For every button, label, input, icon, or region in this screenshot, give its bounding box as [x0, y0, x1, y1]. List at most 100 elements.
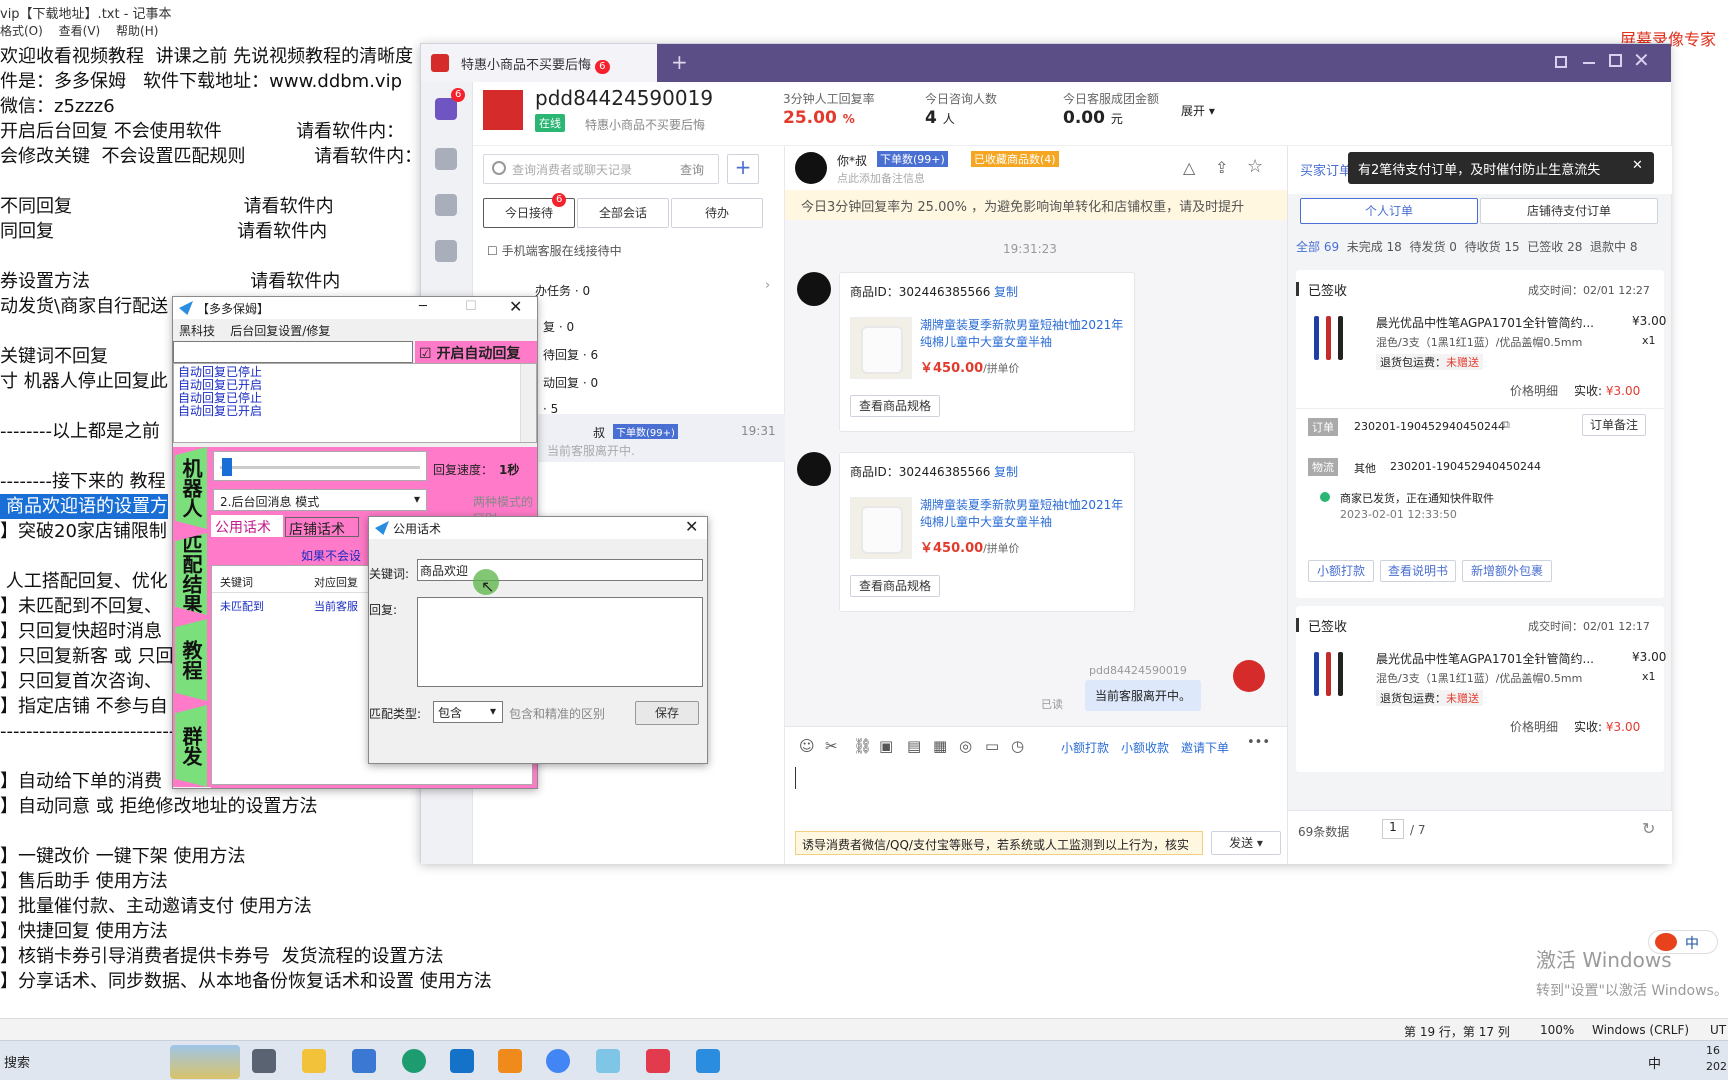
- extra-package-button[interactable]: 新增额外包裹: [1462, 560, 1552, 582]
- online-status[interactable]: 在线: [535, 114, 565, 132]
- copy-icon[interactable]: ⧉: [1502, 418, 1510, 432]
- reply-textarea[interactable]: [417, 597, 703, 687]
- tab-shop-script[interactable]: 店铺话术: [285, 517, 359, 538]
- more-icon[interactable]: •••: [1247, 735, 1270, 750]
- tab-robot[interactable]: 机器人: [175, 447, 207, 529]
- table-row[interactable]: 未匹配到: [220, 598, 264, 614]
- image-icon[interactable]: ▣: [879, 737, 893, 755]
- maximize-icon[interactable]: [1609, 54, 1622, 67]
- clock-icon[interactable]: ◷: [1011, 737, 1024, 755]
- table-row[interactable]: 当前客服: [314, 598, 358, 614]
- minimize-icon[interactable]: [1583, 62, 1595, 64]
- invite-order-link[interactable]: 邀请下单: [1181, 739, 1229, 756]
- menu-view[interactable]: 查看(V): [59, 24, 101, 38]
- tab-match-result[interactable]: 匹配结果: [175, 533, 207, 615]
- task-row[interactable]: 复 · 0: [543, 318, 574, 335]
- taskbar-search[interactable]: 搜索: [4, 1052, 30, 1071]
- edge-icon[interactable]: [402, 1049, 426, 1073]
- search-box[interactable]: 查询消费者或聊天记录 查询: [483, 154, 719, 184]
- mail-icon[interactable]: [450, 1049, 474, 1073]
- menu-help[interactable]: 帮助(H): [116, 24, 158, 38]
- product-thumb[interactable]: [1308, 312, 1358, 362]
- keyword-input[interactable]: 商品欢迎: [417, 559, 703, 581]
- add-button[interactable]: +: [727, 154, 759, 184]
- mobile-check[interactable]: ☐ 手机端客服在线接待中: [487, 242, 622, 259]
- product-title[interactable]: 潮牌童装夏季新款男童短袖t恤2021年纯棉儿童中大童女童半袖: [920, 497, 1124, 531]
- buyer-avatar[interactable]: [795, 152, 827, 184]
- ime-indicator[interactable]: 中: [1648, 930, 1718, 954]
- task-row[interactable]: 动回复 · 0: [543, 374, 598, 391]
- close-icon[interactable]: ✕: [509, 297, 522, 316]
- emoji-icon[interactable]: ☺: [799, 737, 815, 755]
- robot-input[interactable]: [173, 341, 413, 363]
- video-icon[interactable]: ▤: [907, 737, 921, 755]
- match-type-select[interactable]: 包含 ▾: [433, 701, 503, 723]
- tab-todo[interactable]: 待办: [671, 198, 763, 228]
- weather-widget-icon[interactable]: [170, 1045, 240, 1079]
- mode-select[interactable]: 2.后台回消息 模式 ▾: [213, 489, 427, 511]
- share-icon[interactable]: ⇪: [1215, 158, 1228, 177]
- at-icon[interactable]: ◎: [959, 737, 972, 755]
- tab-all[interactable]: 全部会话: [577, 198, 669, 228]
- chrome-icon[interactable]: [546, 1049, 570, 1073]
- order-nav-icon[interactable]: [435, 148, 457, 170]
- tab-today[interactable]: 今日接待 6: [483, 193, 575, 228]
- page-input[interactable]: 1: [1382, 819, 1404, 839]
- speed-slider[interactable]: [213, 451, 427, 481]
- search-button[interactable]: 查询: [680, 161, 704, 178]
- match-hint-link[interactable]: 包含和精准的区别: [509, 705, 605, 722]
- pdd-app-icon[interactable]: [646, 1049, 670, 1073]
- star-icon[interactable]: ☆: [1247, 156, 1263, 177]
- chart-nav-icon[interactable]: [435, 240, 457, 262]
- folder-icon[interactable]: ▭: [985, 737, 999, 755]
- minimize-icon[interactable]: ─: [419, 299, 427, 314]
- pin-icon[interactable]: [1555, 56, 1567, 68]
- price-detail-link[interactable]: 价格明细: [1510, 718, 1558, 735]
- tooltip-close-icon[interactable]: ✕: [1632, 158, 1643, 173]
- slider-thumb[interactable]: [222, 458, 232, 476]
- warning-icon[interactable]: △: [1183, 158, 1195, 177]
- tray-lang[interactable]: 中: [1648, 1053, 1661, 1072]
- log-scrollbar[interactable]: [520, 364, 536, 442]
- explorer-icon[interactable]: [302, 1049, 326, 1073]
- tab-public-script[interactable]: 公用话术: [211, 515, 283, 537]
- bag-nav-icon[interactable]: [435, 194, 457, 216]
- scissors-icon[interactable]: ✂: [825, 737, 838, 755]
- app-icon[interactable]: [498, 1049, 522, 1073]
- task-row[interactable]: 待回复 · 6: [543, 346, 598, 363]
- send-button[interactable]: 发送 ▾: [1211, 831, 1281, 855]
- tab-tutorial[interactable]: 教程: [175, 619, 207, 701]
- tab-personal-orders[interactable]: 个人订单: [1300, 198, 1478, 224]
- product-thumb[interactable]: [1308, 648, 1358, 698]
- store-icon[interactable]: [352, 1049, 376, 1073]
- product-image[interactable]: [850, 497, 912, 559]
- buyer-note[interactable]: 点此添加备注信息: [837, 170, 925, 186]
- small-collect-link[interactable]: 小额收款: [1121, 739, 1169, 756]
- link-icon[interactable]: ⛓: [853, 737, 872, 755]
- notepad-app-icon[interactable]: [596, 1049, 620, 1073]
- close-icon[interactable]: ✕: [1633, 48, 1650, 72]
- new-tab-button[interactable]: +: [671, 50, 688, 74]
- tab-shop-unpaid[interactable]: 店铺待支付订单: [1480, 198, 1658, 224]
- tray-clock[interactable]: 16 202: [1706, 1043, 1727, 1075]
- auto-reply-toggle[interactable]: ☑ 开启自动回复: [415, 341, 537, 363]
- chat-tab[interactable]: 特惠小商品不买要后悔 6: [421, 44, 657, 82]
- spec-button[interactable]: 查看商品规格: [850, 395, 940, 417]
- task-row[interactable]: 办任务 · 0: [535, 282, 590, 299]
- robot-app-icon[interactable]: [696, 1049, 720, 1073]
- coupon-icon[interactable]: ▦: [933, 737, 947, 755]
- spec-button[interactable]: 查看商品规格: [850, 575, 940, 597]
- order-note-button[interactable]: 订单备注: [1582, 414, 1646, 436]
- search-input[interactable]: 查询消费者或聊天记录: [512, 161, 632, 178]
- product-title[interactable]: 潮牌童装夏季新款男童短袖t恤2021年纯棉儿童中大童女童半袖: [920, 317, 1124, 351]
- product-image[interactable]: [850, 317, 912, 379]
- tab-buyer-orders[interactable]: 买家订单: [1300, 160, 1352, 179]
- manual-button[interactable]: 查看说明书: [1380, 560, 1456, 582]
- save-button[interactable]: 保存: [635, 701, 699, 725]
- refresh-icon[interactable]: ↻: [1642, 819, 1655, 838]
- small-pay-button[interactable]: 小额打款: [1308, 560, 1374, 582]
- small-pay-link[interactable]: 小额打款: [1061, 739, 1109, 756]
- copy-link[interactable]: 复制: [994, 463, 1018, 480]
- menu-format[interactable]: 格式(O): [0, 24, 43, 38]
- chat-nav-icon[interactable]: [435, 98, 457, 120]
